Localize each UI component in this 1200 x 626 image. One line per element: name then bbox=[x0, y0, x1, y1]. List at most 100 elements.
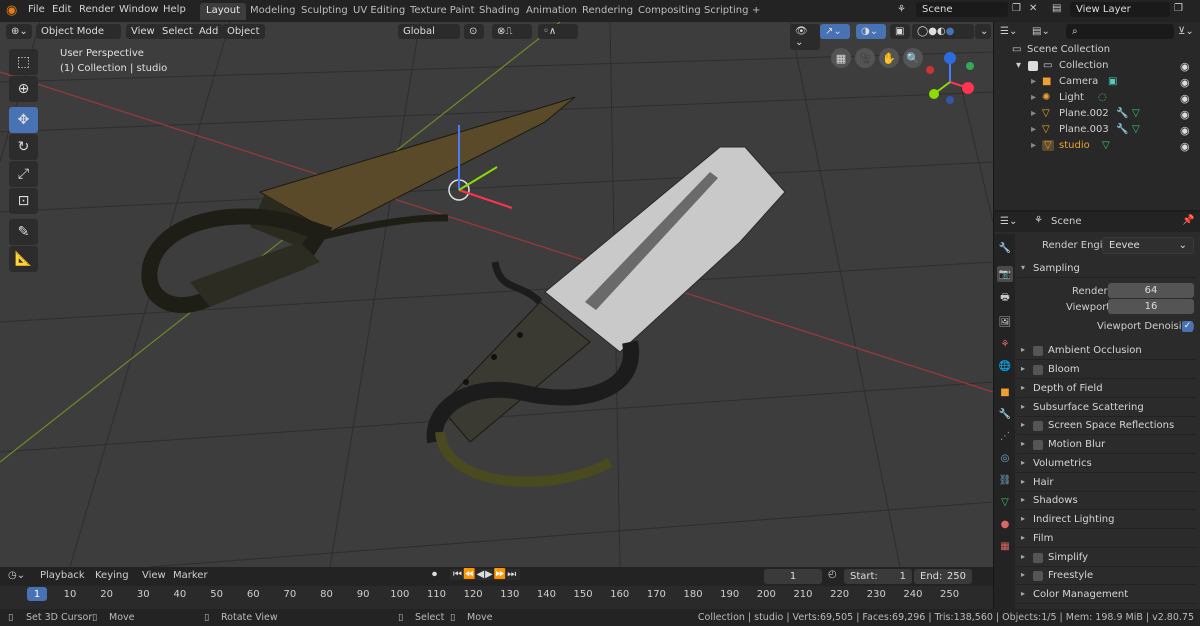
tab-texture-paint[interactable]: Texture Paint bbox=[404, 3, 481, 20]
eye-icon[interactable]: ◉ bbox=[1180, 76, 1190, 89]
panel-motion-blur[interactable]: ▸ Motion Blur bbox=[1017, 436, 1197, 454]
output-tab-icon[interactable]: 🖶 bbox=[997, 290, 1013, 306]
gizmo-y-icon[interactable] bbox=[929, 89, 939, 99]
gizmo-y-arrow[interactable] bbox=[458, 166, 498, 191]
annotate-tool-icon[interactable]: ✎ bbox=[9, 219, 38, 245]
new-view-layer-icon[interactable]: ❐ bbox=[1174, 3, 1183, 14]
display-mode-icon[interactable]: ▤⌄ bbox=[1032, 26, 1050, 37]
view-layer-tab-icon[interactable]: 🖼 bbox=[997, 314, 1013, 330]
panel-color-management[interactable]: ▸ Color Management bbox=[1017, 586, 1197, 604]
particles-tab-icon[interactable]: ⋰ bbox=[997, 428, 1013, 444]
end-frame-field[interactable]: End: 250 bbox=[914, 569, 972, 584]
tab-compositing[interactable]: Compositing bbox=[632, 3, 707, 20]
eye-icon[interactable]: ◉ bbox=[1180, 60, 1190, 73]
xray-icon[interactable]: ▣ bbox=[890, 24, 910, 39]
modifiers-tab-icon[interactable]: 🔧 bbox=[997, 406, 1013, 422]
move-tool-icon[interactable]: ✥ bbox=[9, 107, 38, 133]
playback-controls[interactable]: ⏮⏪◀▶⏩⏭ bbox=[450, 569, 521, 580]
view-layer-selector[interactable]: View Layer bbox=[1070, 2, 1170, 17]
eye-icon[interactable]: ◉ bbox=[1180, 124, 1190, 137]
select-box-tool-icon[interactable]: ⬚ bbox=[9, 49, 38, 75]
scene-selector[interactable]: Scene bbox=[916, 2, 1008, 17]
collapse-icon[interactable]: ▸ bbox=[1031, 140, 1036, 151]
scale-tool-icon[interactable]: ⤢ bbox=[9, 161, 38, 187]
3d-viewport[interactable]: ⊕⌄ Object Mode View Select Add Object Gl… bbox=[0, 22, 993, 567]
delete-scene-icon[interactable]: ✕ bbox=[1029, 3, 1037, 14]
gizmo-x-icon[interactable] bbox=[962, 82, 974, 94]
panel-simplify[interactable]: ▸ Simplify bbox=[1017, 549, 1197, 567]
data-tab-icon[interactable]: ▽ bbox=[997, 494, 1013, 510]
collection-checkbox[interactable] bbox=[1028, 61, 1038, 71]
transform-tool-icon[interactable]: ⊡ bbox=[9, 188, 38, 214]
panel-hair[interactable]: ▸ Hair bbox=[1017, 474, 1197, 492]
panel-subsurface-scattering[interactable]: ▸ Subsurface Scattering bbox=[1017, 399, 1197, 417]
panel-sampling[interactable]: ▾ Sampling bbox=[1017, 260, 1197, 278]
outliner-item-camera[interactable]: ▸ ■ Camera ▣ ◉ bbox=[994, 74, 1200, 90]
pan-hand-icon[interactable]: ✋ bbox=[879, 48, 899, 68]
render-samples-input[interactable]: 64 bbox=[1108, 283, 1194, 298]
pivot-point-icon[interactable]: ⊙ bbox=[464, 24, 484, 39]
outliner-item-light[interactable]: ▸ ✺ Light ◌ ◉ bbox=[994, 90, 1200, 106]
gizmo-toggle-icon[interactable]: ↗⌄ bbox=[820, 24, 850, 39]
world-tab-icon[interactable]: 🌐 bbox=[997, 358, 1013, 374]
menu-window[interactable]: Window bbox=[119, 4, 158, 15]
tab-layout[interactable]: Layout bbox=[200, 3, 246, 20]
menu-edit[interactable]: Edit bbox=[52, 4, 71, 15]
panel-shadows[interactable]: ▸ Shadows bbox=[1017, 492, 1197, 510]
gizmo-z-icon[interactable] bbox=[944, 52, 956, 64]
panel-ambient-occlusion[interactable]: ▸ Ambient Occlusion bbox=[1017, 342, 1197, 360]
outliner-scene-collection[interactable]: ▭ Scene Collection bbox=[994, 42, 1200, 58]
collapse-icon[interactable]: ▸ bbox=[1031, 108, 1036, 119]
shading-modes-icon[interactable]: ◯●◐● bbox=[912, 24, 974, 39]
motion-blur-checkbox[interactable] bbox=[1033, 440, 1043, 450]
navigation-gizmo[interactable] bbox=[926, 52, 974, 104]
filter-icon[interactable]: ⊻⌄ bbox=[1178, 26, 1194, 37]
overlays-toggle-icon[interactable]: ◑⌄ bbox=[856, 24, 886, 39]
start-frame-field[interactable]: Start: 1 bbox=[844, 569, 912, 584]
menu-render[interactable]: Render bbox=[79, 4, 115, 15]
knife-mesh-back[interactable] bbox=[141, 96, 576, 314]
eye-icon[interactable]: ◉ bbox=[1180, 108, 1190, 121]
view-layer-icon[interactable]: ▤ bbox=[1052, 3, 1061, 14]
rotate-tool-icon[interactable]: ↻ bbox=[9, 134, 38, 160]
texture-tab-icon[interactable]: ▦ bbox=[997, 538, 1013, 554]
ssr-checkbox[interactable] bbox=[1033, 421, 1043, 431]
outliner-item-studio[interactable]: ▸ ▽ studio ▽ ◉ bbox=[994, 138, 1200, 154]
physics-tab-icon[interactable]: ◎ bbox=[997, 450, 1013, 466]
eye-icon[interactable]: ◉ bbox=[1180, 140, 1190, 153]
tab-sculpting[interactable]: Sculpting bbox=[295, 3, 354, 20]
properties-editor-icon[interactable]: ☰⌄ bbox=[1000, 216, 1017, 227]
measure-tool-icon[interactable]: 📐 bbox=[9, 246, 38, 272]
shading-options-icon[interactable]: ⌄ bbox=[975, 24, 991, 39]
expand-icon[interactable]: ▾ bbox=[1016, 60, 1021, 71]
tab-modeling[interactable]: Modeling bbox=[244, 3, 302, 20]
mode-selector[interactable]: Object Mode bbox=[36, 24, 121, 39]
record-icon[interactable]: ⏺ bbox=[432, 569, 437, 580]
panel-freestyle[interactable]: ▸ Freestyle bbox=[1017, 567, 1197, 585]
simplify-checkbox[interactable] bbox=[1033, 553, 1043, 563]
blender-logo-icon[interactable]: ◉ bbox=[6, 3, 22, 19]
grid-view-icon[interactable]: ▦ bbox=[831, 48, 851, 68]
panel-screen-space-reflections[interactable]: ▸ Screen Space Reflections bbox=[1017, 417, 1197, 435]
bloom-checkbox[interactable] bbox=[1033, 365, 1043, 375]
tab-uv-editing[interactable]: UV Editing bbox=[347, 3, 411, 20]
ambient-occlusion-checkbox[interactable] bbox=[1033, 346, 1043, 356]
render-engine-selector[interactable]: Eevee ⌄ bbox=[1102, 237, 1194, 254]
viewport-samples-input[interactable]: 16 bbox=[1108, 299, 1194, 314]
constraints-tab-icon[interactable]: ⛓ bbox=[997, 472, 1013, 488]
outliner-search-input[interactable]: ⌕ bbox=[1066, 24, 1174, 39]
knife-mesh-front[interactable] bbox=[426, 146, 786, 487]
collapse-icon[interactable]: ▸ bbox=[1031, 92, 1036, 103]
menu-help[interactable]: Help bbox=[163, 4, 186, 15]
playback-menu[interactable]: Playback bbox=[40, 570, 85, 581]
outliner-item-plane-002[interactable]: ▸ ▽ Plane.002 🔧 ▽ ◉ bbox=[994, 106, 1200, 122]
visibility-icon[interactable]: 👁⌄ bbox=[790, 24, 820, 50]
marker-menu[interactable]: Marker bbox=[173, 570, 208, 581]
camera-view-icon[interactable]: 🎥 bbox=[855, 48, 875, 68]
tab-rendering[interactable]: Rendering bbox=[576, 3, 639, 20]
gizmo-x-arrow[interactable] bbox=[458, 189, 513, 209]
scene-icon[interactable]: ⚘ bbox=[897, 4, 906, 15]
object-tab-icon[interactable]: ■ bbox=[997, 384, 1013, 400]
new-scene-icon[interactable]: ❐ bbox=[1012, 3, 1021, 14]
zoom-icon[interactable]: 🔍 bbox=[903, 48, 923, 68]
